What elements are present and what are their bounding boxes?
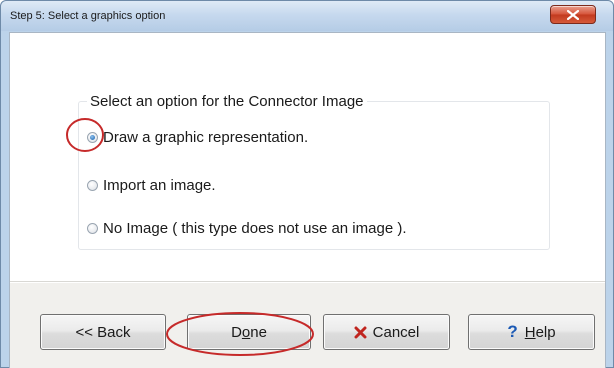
back-button[interactable]: << Back (40, 314, 166, 350)
x-icon (354, 326, 367, 339)
help-button-label: Help (524, 323, 556, 341)
options-panel: Select an option for the Connector Image… (10, 33, 605, 281)
radio-option-import-image[interactable]: Import an image. (87, 175, 216, 195)
button-area-divider (10, 281, 605, 283)
window-title: Step 5: Select a graphics option (10, 10, 166, 22)
help-button[interactable]: ? Help (468, 314, 595, 350)
done-button[interactable]: Done (187, 314, 311, 350)
done-button-label: Done (231, 323, 267, 341)
radio-button[interactable] (87, 222, 98, 234)
dialog-window: Step 5: Select a graphics option Select … (0, 0, 614, 368)
groupbox-label: Select an option for the Connector Image (87, 93, 367, 110)
close-button[interactable] (550, 5, 596, 24)
radio-label-draw: Draw a graphic representation. (103, 128, 309, 146)
radio-label-no-image: No Image ( this type does not use an ima… (103, 219, 407, 237)
radio-button[interactable] (87, 179, 98, 191)
radio-label-import: Import an image. (103, 176, 216, 194)
radio-button-checked[interactable] (87, 131, 98, 143)
dialog-client-area: Select an option for the Connector Image… (9, 32, 606, 368)
radio-option-draw-graphic[interactable]: Draw a graphic representation. (87, 127, 308, 147)
radio-option-no-image[interactable]: No Image ( this type does not use an ima… (87, 218, 407, 238)
cancel-button[interactable]: Cancel (323, 314, 450, 350)
question-mark-icon: ? (507, 322, 518, 341)
close-icon (567, 10, 579, 20)
cancel-button-label: Cancel (372, 323, 420, 341)
title-bar[interactable]: Step 5: Select a graphics option (1, 1, 613, 31)
back-button-label: << Back (75, 323, 131, 341)
